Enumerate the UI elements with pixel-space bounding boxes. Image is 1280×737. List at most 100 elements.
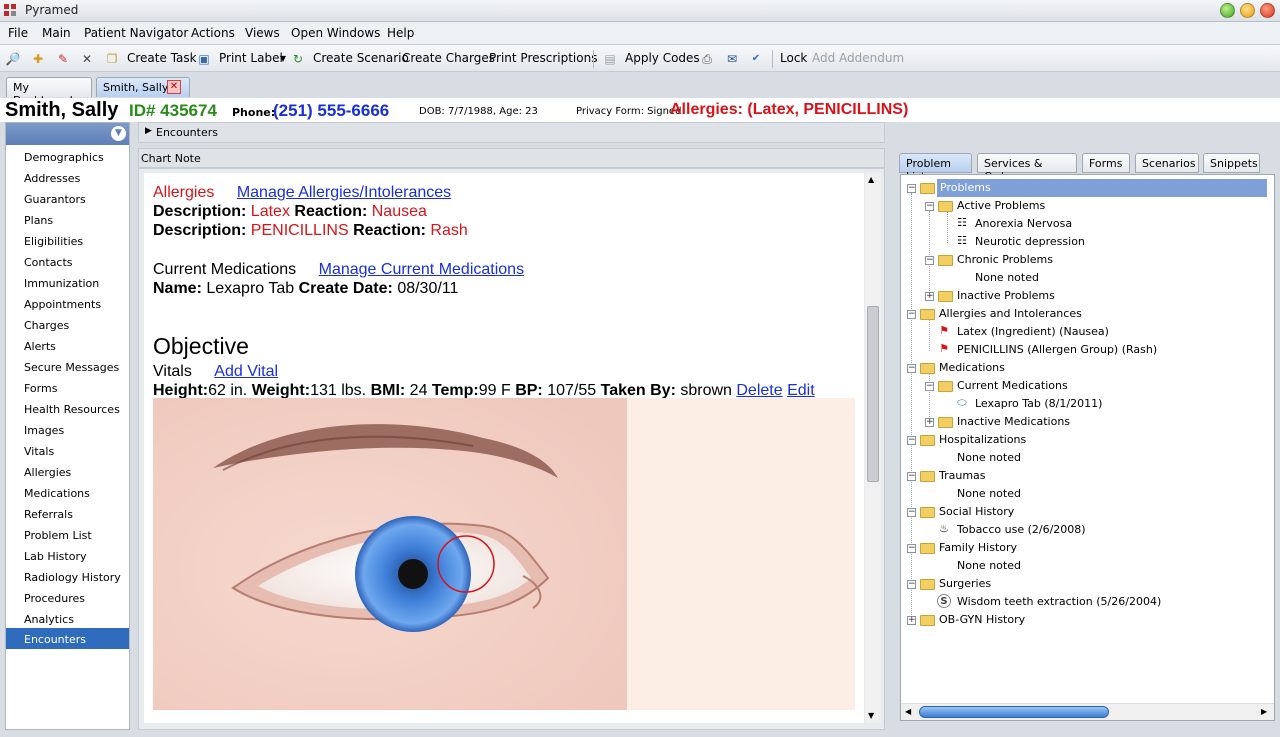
sidebar-item-eligibilities[interactable]: Eligibilities	[6, 230, 129, 251]
sidebar-item-problem-list[interactable]: Problem List	[6, 524, 129, 545]
sidebar-item-health-resources[interactable]: Health Resources	[6, 398, 129, 419]
tree-node-family-history[interactable]: Family History	[939, 539, 1017, 557]
sidebar-item-secure-messages[interactable]: Secure Messages	[6, 356, 129, 377]
tree-node-current-medications[interactable]: Current Medications	[957, 377, 1068, 395]
tab-patient[interactable]: Smith, Sally ✕	[96, 77, 190, 97]
edit-vital-link[interactable]: Edit	[787, 382, 815, 399]
scroll-right-icon[interactable]: ▶	[1261, 707, 1267, 716]
menu-main[interactable]: Main	[42, 26, 71, 40]
save-icon[interactable]: ▤	[602, 51, 618, 67]
sidebar-item-analytics[interactable]: Analytics	[6, 608, 129, 629]
minimize-button[interactable]	[1220, 3, 1235, 18]
collapse-icon[interactable]: −	[907, 508, 916, 517]
tree-node-allergies[interactable]: Allergies and Intolerances	[939, 305, 1082, 323]
sidebar-item-encounters[interactable]: Encounters	[6, 628, 129, 649]
collapse-icon[interactable]: −	[907, 472, 916, 481]
manage-allergies-link[interactable]: Manage Allergies/Intolerances	[237, 184, 451, 201]
tab-scenarios[interactable]: Scenarios	[1135, 153, 1199, 173]
tree-node-obgyn-history[interactable]: OB-GYN History	[939, 611, 1025, 629]
print-prescriptions-button[interactable]: Print Prescriptions	[489, 51, 597, 65]
tree-node-surgeries[interactable]: Surgeries	[939, 575, 991, 593]
close-button[interactable]	[1260, 3, 1275, 18]
menu-help[interactable]: Help	[387, 26, 414, 40]
sidebar-item-immunization[interactable]: Immunization	[6, 272, 129, 293]
collapse-icon[interactable]: −	[907, 364, 916, 373]
fax-icon[interactable]: ✉	[724, 51, 740, 67]
chart-note-body[interactable]: Allergies Manage Allergies/Intolerances …	[144, 173, 864, 723]
tree-node-active-problems[interactable]: Active Problems	[957, 197, 1045, 215]
create-task-button[interactable]: Create Task	[127, 51, 197, 65]
tab-services-orders[interactable]: Services & Orders	[977, 153, 1077, 183]
collapse-icon[interactable]: −	[907, 310, 916, 319]
vertical-scrollbar[interactable]: ▲ ▼	[865, 173, 881, 723]
dropdown-arrow-icon[interactable]: ▼	[275, 51, 291, 67]
scroll-up-icon[interactable]: ▲	[868, 175, 874, 184]
menu-patient-navigator[interactable]: Patient Navigator	[84, 26, 188, 40]
scroll-thumb[interactable]	[867, 306, 879, 482]
printer-icon[interactable]: ⎙	[699, 51, 715, 67]
scroll-thumb[interactable]	[919, 706, 1109, 718]
collapse-icon[interactable]: −	[907, 544, 916, 553]
print-label-icon[interactable]: ▣	[196, 51, 212, 67]
sidebar-item-lab-history[interactable]: Lab History	[6, 545, 129, 566]
add-patient-icon[interactable]: ✚	[30, 51, 46, 67]
tree-node-hospitalizations[interactable]: Hospitalizations	[939, 431, 1026, 449]
sidebar-item-addresses[interactable]: Addresses	[6, 167, 129, 188]
create-charges-button[interactable]: Create Charges	[402, 51, 495, 65]
spellcheck-icon[interactable]: ✔	[748, 51, 764, 67]
tree-node-medications[interactable]: Medications	[939, 359, 1005, 377]
maximize-button[interactable]	[1240, 3, 1255, 18]
delete-vital-link[interactable]: Delete	[736, 382, 782, 399]
sidebar-item-guarantors[interactable]: Guarantors	[6, 188, 129, 209]
apply-codes-button[interactable]: Apply Codes	[625, 51, 700, 65]
tree-node-social-item[interactable]: Tobacco use (2/6/2008)	[957, 521, 1086, 539]
tree-node-surgery[interactable]: Wisdom teeth extraction (5/26/2004)	[957, 593, 1161, 611]
menu-file[interactable]: File	[8, 26, 28, 40]
tree-node-inactive-problems[interactable]: Inactive Problems	[957, 287, 1055, 305]
tree-node-medication[interactable]: Lexapro Tab (8/1/2011)	[975, 395, 1102, 413]
scenario-icon[interactable]: ↻	[290, 51, 306, 67]
add-addendum-button[interactable]: Add Addendum	[812, 51, 904, 65]
tree-node-problems[interactable]: Problems	[937, 179, 1267, 197]
tab-problem-list[interactable]: Problem List	[899, 153, 972, 183]
edit-note-icon[interactable]: ✎	[55, 51, 71, 67]
sidebar-item-referrals[interactable]: Referrals	[6, 503, 129, 524]
sidebar-item-images[interactable]: Images	[6, 419, 129, 440]
expand-arrow-icon[interactable]: ▶	[145, 126, 152, 136]
print-label-button[interactable]: Print Label	[219, 51, 283, 65]
collapse-icon[interactable]: −	[925, 256, 934, 265]
sidebar-item-plans[interactable]: Plans	[6, 209, 129, 230]
tree-node-inactive-medications[interactable]: Inactive Medications	[957, 413, 1070, 431]
sidebar-item-demographics[interactable]: Demographics	[6, 146, 129, 167]
encounters-bar[interactable]: ▶ Encounters	[138, 122, 885, 143]
expand-icon[interactable]: +	[925, 292, 934, 301]
add-vital-link[interactable]: Add Vital	[214, 363, 278, 380]
sidebar-item-medications[interactable]: Medications	[6, 482, 129, 503]
manage-medications-link[interactable]: Manage Current Medications	[319, 261, 524, 278]
collapse-chevron-icon[interactable]: ▼	[111, 126, 126, 141]
tree-node-social-history[interactable]: Social History	[939, 503, 1014, 521]
scroll-down-icon[interactable]: ▼	[868, 711, 874, 720]
sidebar-item-charges[interactable]: Charges	[6, 314, 129, 335]
close-tab-icon[interactable]: ✕	[167, 80, 181, 94]
expand-icon[interactable]: +	[907, 616, 916, 625]
tree-node-problem[interactable]: Neurotic depression	[975, 233, 1085, 251]
tab-my-dashboard[interactable]: My Dashboard	[6, 77, 92, 107]
expand-icon[interactable]: +	[925, 418, 934, 427]
menu-actions[interactable]: Actions	[191, 26, 235, 40]
create-scenario-button[interactable]: Create Scenario	[313, 51, 409, 65]
scroll-left-icon[interactable]: ◀	[905, 707, 911, 716]
sidebar-item-forms[interactable]: Forms	[6, 377, 129, 398]
sidebar-item-alerts[interactable]: Alerts	[6, 335, 129, 356]
tab-forms[interactable]: Forms	[1082, 153, 1130, 173]
tree-node-allergy[interactable]: PENICILLINS (Allergen Group) (Rash)	[957, 341, 1157, 359]
sidebar-item-vitals[interactable]: Vitals	[6, 440, 129, 461]
collapse-icon[interactable]: −	[925, 202, 934, 211]
sidebar-item-appointments[interactable]: Appointments	[6, 293, 129, 314]
collapse-icon[interactable]: −	[907, 184, 916, 193]
collapse-icon[interactable]: −	[907, 580, 916, 589]
menu-open-windows[interactable]: Open Windows	[291, 26, 380, 40]
menu-views[interactable]: Views	[245, 26, 280, 40]
tree-node-chronic-problems[interactable]: Chronic Problems	[957, 251, 1053, 269]
lock-button[interactable]: Lock	[780, 51, 807, 65]
